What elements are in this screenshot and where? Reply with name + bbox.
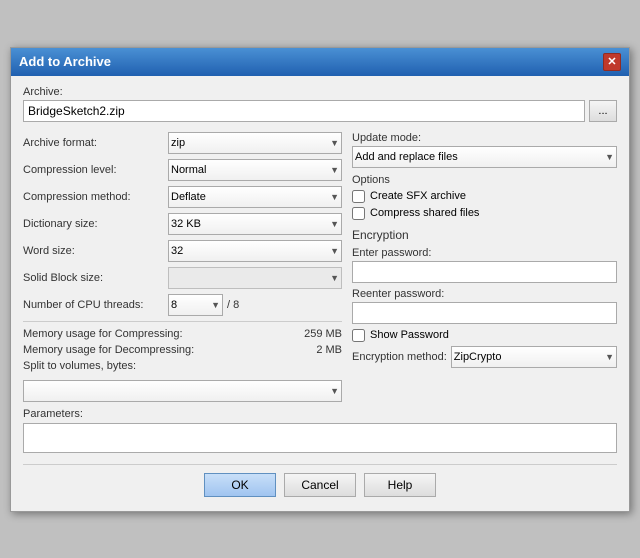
browse-button[interactable]: ... bbox=[589, 100, 617, 122]
encryption-section: Encryption Enter password: Reenter passw… bbox=[352, 228, 617, 368]
enter-password-label: Enter password: bbox=[352, 247, 617, 259]
left-column: Archive format: zip ▼ Compression level:… bbox=[23, 132, 342, 408]
right-column: Update mode: Add and replace files ▼ Opt… bbox=[352, 132, 617, 408]
create-sfx-row: Create SFX archive bbox=[352, 190, 617, 203]
button-row: OK Cancel Help bbox=[23, 464, 617, 501]
compression-level-row: Compression level: Normal ▼ bbox=[23, 159, 342, 181]
memory-compress-label: Memory usage for Compressing: bbox=[23, 328, 183, 340]
enter-password-row: Enter password: bbox=[352, 247, 617, 283]
word-size-row: Word size: 32 ▼ bbox=[23, 240, 342, 262]
ok-button[interactable]: OK bbox=[204, 473, 276, 497]
reenter-password-input[interactable] bbox=[352, 302, 617, 324]
cpu-threads-row: Number of CPU threads: 8 ▼ / 8 bbox=[23, 294, 342, 316]
create-sfx-checkbox[interactable] bbox=[352, 190, 365, 203]
solid-block-size-row: Solid Block size: ▼ bbox=[23, 267, 342, 289]
title-bar: Add to Archive ✕ bbox=[11, 48, 629, 76]
word-size-select-wrap: 32 ▼ bbox=[168, 240, 342, 262]
cpu-threads-select[interactable]: 8 bbox=[168, 294, 223, 316]
compression-method-label: Compression method: bbox=[23, 191, 168, 203]
compression-level-select[interactable]: Normal bbox=[168, 159, 342, 181]
options-title: Options bbox=[352, 174, 617, 186]
compression-method-row: Compression method: Deflate ▼ bbox=[23, 186, 342, 208]
word-size-select[interactable]: 32 bbox=[168, 240, 342, 262]
cpu-threads-label: Number of CPU threads: bbox=[23, 299, 168, 311]
add-to-archive-dialog: Add to Archive ✕ Archive: ... Archive fo… bbox=[10, 47, 630, 512]
two-column-layout: Archive format: zip ▼ Compression level:… bbox=[23, 132, 617, 408]
archive-format-row: Archive format: zip ▼ bbox=[23, 132, 342, 154]
create-sfx-label: Create SFX archive bbox=[370, 190, 466, 202]
solid-block-size-select[interactable] bbox=[168, 267, 342, 289]
update-mode-select[interactable]: Add and replace files bbox=[352, 146, 617, 168]
compress-shared-label: Compress shared files bbox=[370, 207, 479, 219]
split-row: Split to volumes, bytes: bbox=[23, 360, 342, 372]
archive-row: ... bbox=[23, 100, 617, 122]
update-mode-label: Update mode: bbox=[352, 132, 421, 144]
compression-level-label: Compression level: bbox=[23, 164, 168, 176]
split-select[interactable] bbox=[23, 380, 342, 402]
show-password-checkbox[interactable] bbox=[352, 329, 365, 342]
encryption-method-select[interactable]: ZipCrypto bbox=[451, 346, 617, 368]
show-password-label: Show Password bbox=[370, 329, 449, 341]
memory-compress-row: Memory usage for Compressing: 259 MB bbox=[23, 328, 342, 340]
solid-block-size-select-wrap: ▼ bbox=[168, 267, 342, 289]
cancel-button[interactable]: Cancel bbox=[284, 473, 356, 497]
word-size-label: Word size: bbox=[23, 245, 168, 257]
update-mode-section: Update mode: Add and replace files ▼ bbox=[352, 132, 617, 168]
dictionary-size-select-wrap: 32 KB ▼ bbox=[168, 213, 342, 235]
dictionary-size-label: Dictionary size: bbox=[23, 218, 168, 230]
compress-shared-row: Compress shared files bbox=[352, 207, 617, 220]
archive-label: Archive: bbox=[23, 86, 617, 98]
compression-level-select-wrap: Normal ▼ bbox=[168, 159, 342, 181]
dictionary-size-row: Dictionary size: 32 KB ▼ bbox=[23, 213, 342, 235]
parameters-section: Parameters: bbox=[23, 408, 617, 456]
archive-format-select[interactable]: zip bbox=[168, 132, 342, 154]
archive-format-select-wrap: zip ▼ bbox=[168, 132, 342, 154]
enter-password-input[interactable] bbox=[352, 261, 617, 283]
memory-decompress-label: Memory usage for Decompressing: bbox=[23, 344, 194, 356]
split-select-wrap: ▼ bbox=[23, 380, 342, 402]
encryption-method-select-wrap: ZipCrypto ▼ bbox=[451, 346, 617, 368]
compression-method-select[interactable]: Deflate bbox=[168, 186, 342, 208]
archive-input[interactable] bbox=[23, 100, 585, 122]
show-password-row: Show Password bbox=[352, 329, 617, 342]
options-section: Options Create SFX archive Compress shar… bbox=[352, 174, 617, 220]
dictionary-size-select[interactable]: 32 KB bbox=[168, 213, 342, 235]
memory-decompress-row: Memory usage for Decompressing: 2 MB bbox=[23, 344, 342, 356]
encryption-title: Encryption bbox=[352, 228, 617, 242]
dialog-body: Archive: ... Archive format: zip ▼ bbox=[11, 76, 629, 511]
reenter-password-row: Reenter password: bbox=[352, 288, 617, 324]
reenter-password-label: Reenter password: bbox=[352, 288, 617, 300]
solid-block-size-label: Solid Block size: bbox=[23, 272, 168, 284]
close-button[interactable]: ✕ bbox=[603, 53, 621, 71]
compress-shared-checkbox[interactable] bbox=[352, 207, 365, 220]
encryption-method-label: Encryption method: bbox=[352, 351, 447, 363]
compression-method-select-wrap: Deflate ▼ bbox=[168, 186, 342, 208]
encryption-method-row: Encryption method: ZipCrypto ▼ bbox=[352, 346, 617, 368]
cpu-threads-max: / 8 bbox=[227, 299, 239, 311]
update-mode-select-wrap: Add and replace files ▼ bbox=[352, 146, 617, 168]
parameters-label: Parameters: bbox=[23, 408, 617, 420]
dialog-title: Add to Archive bbox=[19, 54, 111, 69]
archive-format-label: Archive format: bbox=[23, 137, 168, 149]
help-button[interactable]: Help bbox=[364, 473, 436, 497]
cpu-threads-select-wrap: 8 ▼ bbox=[168, 294, 223, 316]
memory-compress-value: 259 MB bbox=[304, 328, 342, 340]
split-label: Split to volumes, bytes: bbox=[23, 360, 168, 372]
parameters-input[interactable] bbox=[23, 423, 617, 453]
memory-decompress-value: 2 MB bbox=[316, 344, 342, 356]
